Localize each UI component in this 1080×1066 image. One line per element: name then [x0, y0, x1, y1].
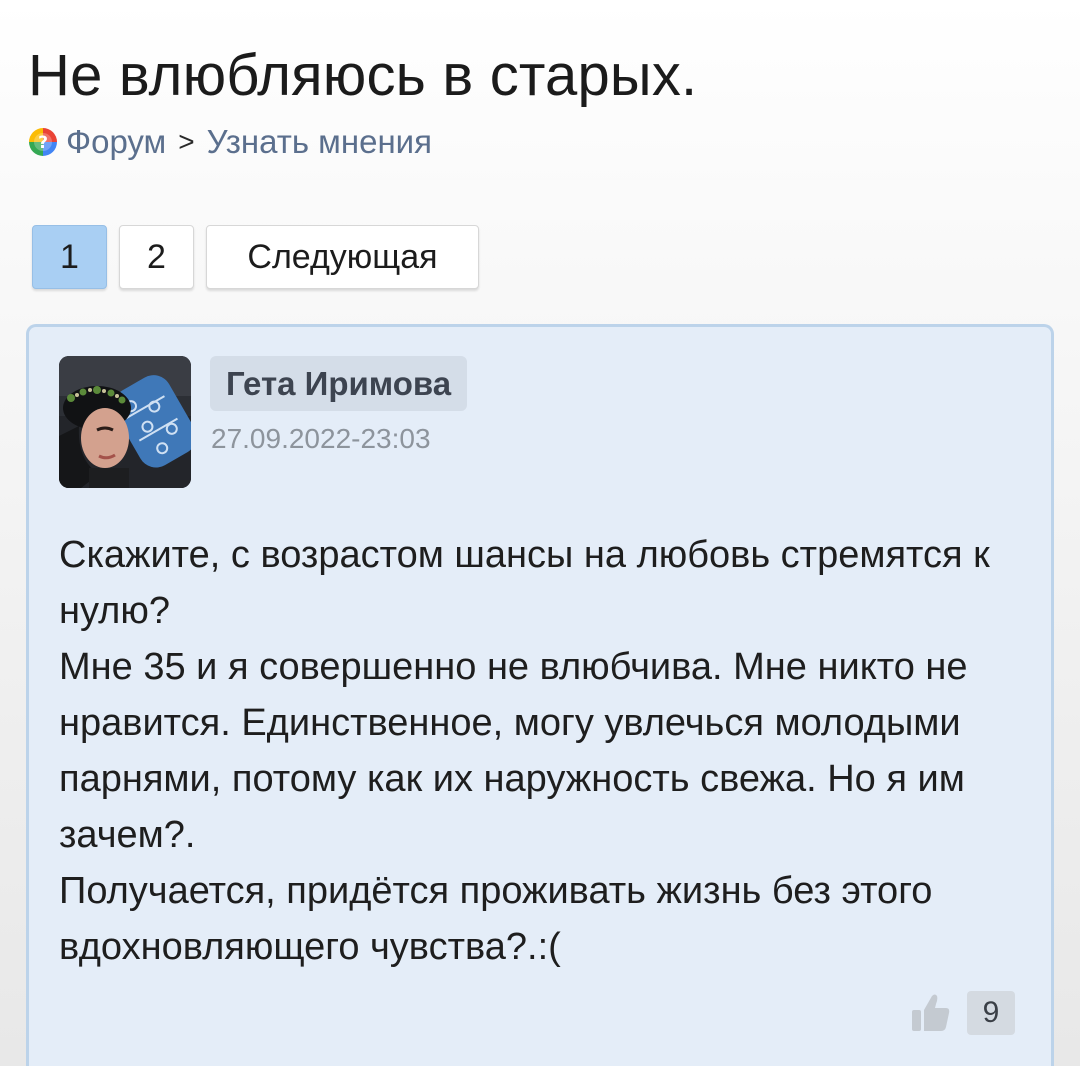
avatar[interactable]	[59, 356, 191, 488]
breadcrumb: ? Форум > Узнать мнения	[28, 120, 432, 164]
pagination: 1 2 Следующая	[32, 225, 479, 289]
page-1-button[interactable]: 1	[32, 225, 107, 289]
like-count: 9	[967, 991, 1015, 1035]
post-body: Скажите, с возрастом шансы на любовь стр…	[59, 527, 1039, 975]
svg-text:?: ?	[38, 133, 48, 153]
likes: 9	[909, 991, 1015, 1035]
post-card: Гета Иримова 27.09.2022-23:03 Скажите, с…	[26, 324, 1054, 1066]
page-title: Не влюбляюсь в старых.	[28, 43, 698, 108]
post-paragraph: Скажите, с возрастом шансы на любовь стр…	[59, 534, 990, 632]
forum-icon: ?	[28, 127, 58, 157]
thumbs-up-icon[interactable]	[909, 991, 953, 1035]
post-date: 27.09.2022-23:03	[211, 423, 431, 454]
next-page-button[interactable]: Следующая	[206, 225, 479, 289]
post-paragraph: Получается, придётся проживать жизнь без…	[59, 870, 933, 968]
breadcrumb-section-link[interactable]: Узнать мнения	[207, 123, 432, 161]
page-2-button[interactable]: 2	[119, 225, 194, 289]
author-name[interactable]: Гета Иримова	[210, 356, 468, 411]
post-paragraph: Мне 35 и я совершенно не влюбчива. Мне н…	[59, 646, 968, 856]
breadcrumb-forum-link[interactable]: Форум	[66, 123, 166, 161]
breadcrumb-separator: >	[178, 126, 195, 157]
